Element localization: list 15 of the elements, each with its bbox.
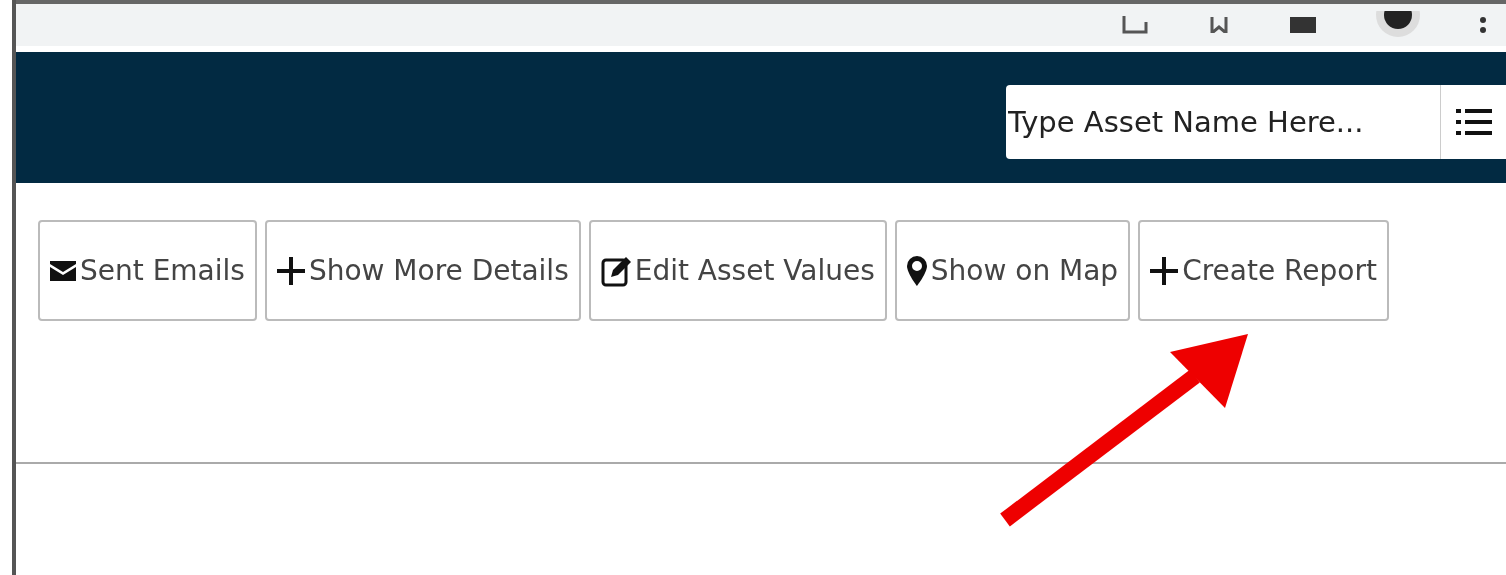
profile-icon[interactable] [1376,11,1420,39]
asset-search-field[interactable]: Type Asset Name Here... [1006,84,1440,159]
plus-icon [276,256,305,285]
action-button[interactable]: Create Report [1138,220,1389,321]
list-menu-button[interactable] [1440,84,1506,159]
envelope-icon [50,260,76,281]
more-icon[interactable] [1480,17,1486,33]
action-button[interactable]: Edit Asset Values [588,220,887,321]
action-button[interactable]: Sent Emails [38,220,257,321]
map-pin-icon [906,255,927,286]
action-button[interactable]: Show More Details [264,220,581,321]
plus-icon [1150,256,1179,285]
edit-icon [600,254,631,287]
action-button[interactable]: Show on Map [894,220,1131,321]
list-icon [1455,106,1492,137]
